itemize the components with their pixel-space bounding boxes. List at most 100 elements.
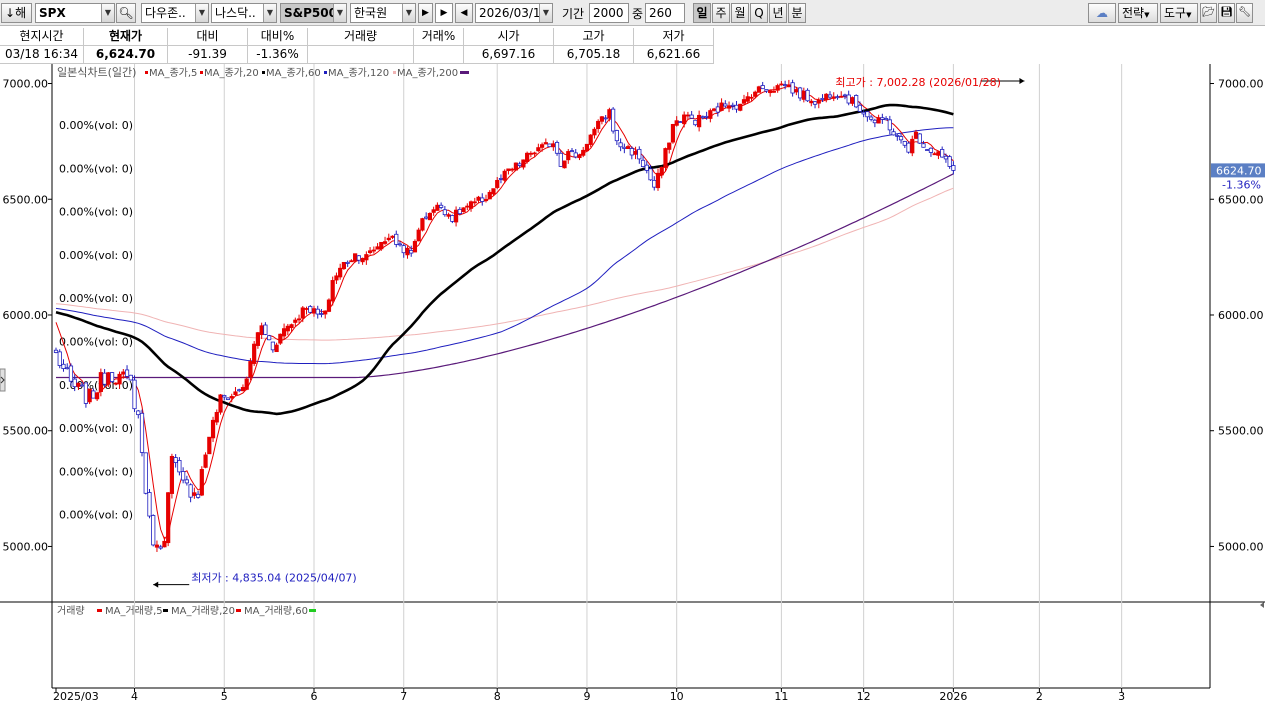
candle-down xyxy=(345,261,350,264)
info-value: 6,705.18 xyxy=(554,46,634,64)
search-button[interactable]: 🔍︎ xyxy=(116,3,136,23)
candle-down xyxy=(921,143,926,148)
chevron-down-icon[interactable]: ▼ xyxy=(195,4,208,22)
x-tick-label: 6 xyxy=(311,690,318,701)
step-back-icon: ▶︎ xyxy=(440,8,448,18)
x-tick-label: 2 xyxy=(1036,690,1043,701)
candle-up xyxy=(674,120,679,126)
y-tick-label-left: 6500.00 xyxy=(3,193,49,206)
toolbar: ↓해 SPX ▼ 🔍︎ 다우존.. ▼ 나스닥.. ▼ S&P500 ▼ 한국원 ▼ ▶ … xyxy=(0,0,1265,26)
symbol-combo[interactable]: SPX ▼ xyxy=(35,3,115,23)
candle-down xyxy=(640,159,646,168)
play-back-icon: ◀ xyxy=(460,8,468,18)
candle-up xyxy=(768,90,773,94)
candle-up xyxy=(341,261,347,270)
tools-button[interactable]: 도구▼ xyxy=(1160,3,1198,23)
dowjones-combo[interactable]: 다우존.. ▼ xyxy=(141,3,209,23)
strategy-button[interactable]: 전략▼ xyxy=(1118,3,1158,23)
chevron-down-icon[interactable]: ▼ xyxy=(402,4,415,22)
candle-up xyxy=(495,179,500,188)
candle-down xyxy=(424,216,429,219)
candle-up xyxy=(255,332,261,346)
candle-down xyxy=(805,89,810,102)
price-chart[interactable]: 2025/03 4 5 6 7 8 9 10 11 12 2026 2 3 7000.00 7000.00 6… xyxy=(0,64,1265,701)
candle-down xyxy=(554,142,560,154)
candle-up xyxy=(300,307,305,319)
price-legend-item: MA_종가,5 xyxy=(149,67,197,79)
info-header: 고가 xyxy=(554,28,634,46)
tf-week-button[interactable]: 주 xyxy=(712,3,730,23)
candle-down xyxy=(925,149,930,151)
x-tick-label: 4 xyxy=(131,690,138,701)
candle-up xyxy=(278,333,283,344)
candle-up xyxy=(670,123,676,143)
chevron-down-icon[interactable]: ▼ xyxy=(263,4,276,22)
candle-up xyxy=(539,144,545,148)
step-back-button[interactable]: ▶︎ xyxy=(435,3,453,23)
tf-quarter-button[interactable]: Q xyxy=(750,3,768,23)
tf-minute-button[interactable]: 분 xyxy=(788,3,806,23)
candle-up xyxy=(98,372,103,392)
candle-down xyxy=(644,164,649,171)
candle-up xyxy=(465,205,470,208)
candle-down xyxy=(854,95,859,108)
date-picker[interactable]: 2026/03/18 ▼ xyxy=(475,3,553,23)
info-value: -1.36% xyxy=(248,46,308,64)
candle-down xyxy=(267,335,272,341)
sp500-combo[interactable]: S&P500 ▼ xyxy=(280,3,347,23)
period-input[interactable]: 2000 xyxy=(589,3,629,23)
candle-down xyxy=(181,471,186,481)
candle-up xyxy=(323,310,328,315)
candle-down xyxy=(356,255,361,261)
candle-down xyxy=(308,306,313,313)
candle-down xyxy=(883,118,889,121)
chevron-down-icon[interactable]: ▼ xyxy=(539,4,552,22)
chevron-down-icon[interactable]: ▼ xyxy=(333,4,346,22)
candle-up xyxy=(446,214,451,217)
y-tick-label-right: 6500.00 xyxy=(1218,193,1264,206)
candle-down xyxy=(457,208,462,215)
nasdaq-combo[interactable]: 나스닥.. ▼ xyxy=(211,3,277,23)
step-prev-button[interactable]: ◀ xyxy=(455,3,473,23)
candle-up xyxy=(850,97,855,104)
price-legend-title: 일본식차트(일간) xyxy=(57,65,136,79)
triangle-down-icon: ▼ xyxy=(1144,11,1150,19)
candle-down xyxy=(790,82,795,94)
volume-legend-item: MA_거래량,5 xyxy=(105,605,163,617)
chevron-down-icon[interactable]: ▼ xyxy=(101,4,114,22)
candle-down xyxy=(704,115,709,118)
candle-up xyxy=(326,299,332,312)
play-forward-button[interactable]: ▶ xyxy=(418,3,433,23)
wrench-icon: 🔧︎ xyxy=(1238,7,1251,18)
vol-pct-label: 0.00%(vol: 0) xyxy=(59,162,133,175)
save-button[interactable]: 💾︎ xyxy=(1218,3,1235,23)
hae-button[interactable]: ↓해 xyxy=(1,3,32,23)
candle-up xyxy=(259,325,264,336)
open-button[interactable]: 📂︎ xyxy=(1200,3,1217,23)
candle-down xyxy=(629,148,634,156)
cloud-button[interactable]: ☁ xyxy=(1088,3,1116,23)
candle-down xyxy=(547,143,552,148)
candle-up xyxy=(453,209,459,223)
info-value: 6,697.16 xyxy=(464,46,554,64)
candle-down xyxy=(898,136,904,141)
candle-up xyxy=(338,267,343,278)
tf-day-button[interactable]: 일 xyxy=(693,3,711,23)
candle-up xyxy=(162,540,167,548)
last-price-label: 6624.70 xyxy=(1216,164,1262,177)
candle-up xyxy=(536,147,541,152)
volume-legend-item: MA_거래량,60 xyxy=(244,605,308,617)
candle-up xyxy=(166,492,171,544)
currency-combo[interactable]: 한국원 ▼ xyxy=(350,3,416,23)
candle-up xyxy=(510,168,515,171)
legend-swatch xyxy=(460,71,469,74)
candle-up xyxy=(95,392,100,400)
settings-button[interactable]: 🔧︎ xyxy=(1236,3,1253,23)
volume-legend-title: 거래량 xyxy=(57,605,85,617)
overlap-input[interactable]: 260 xyxy=(645,3,685,23)
candle-down xyxy=(57,351,62,366)
tf-year-button[interactable]: 년 xyxy=(769,3,787,23)
tf-month-button[interactable]: 월 xyxy=(731,3,749,23)
candle-down xyxy=(394,233,399,245)
candle-down xyxy=(573,152,578,158)
